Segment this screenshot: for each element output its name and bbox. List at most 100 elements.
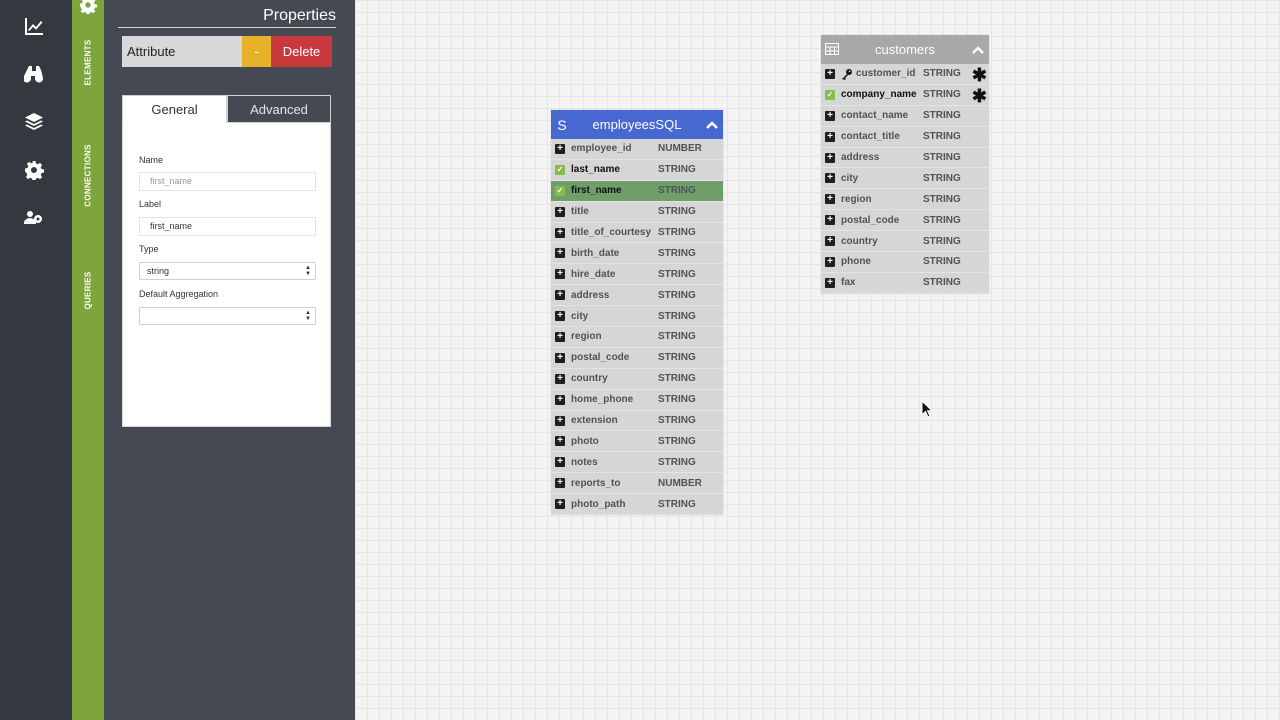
type-select[interactable]: string ▲ ▼ xyxy=(139,262,316,280)
plus-icon[interactable]: + xyxy=(825,256,835,267)
plus-icon[interactable]: + xyxy=(555,269,565,280)
column-row[interactable]: + address STRING xyxy=(551,285,723,307)
plus-icon[interactable]: + xyxy=(555,248,565,259)
chart-line-icon[interactable] xyxy=(22,14,46,38)
minus-button[interactable]: - xyxy=(242,36,271,67)
column-name: hire_date xyxy=(571,268,616,280)
required-asterisk-icon: ✱ xyxy=(971,65,987,85)
column-row[interactable]: + contact_title STRING xyxy=(821,127,989,148)
column-row[interactable]: + postal_code STRING xyxy=(821,210,989,232)
name-input[interactable]: first_name xyxy=(139,172,316,191)
employees-table[interactable]: S employeesSQL + employee_id NUMBER ✓ last_n… xyxy=(551,110,723,516)
plus-icon[interactable]: + xyxy=(825,194,835,205)
column-row[interactable]: + address STRING xyxy=(821,148,989,169)
column-row[interactable]: + customer_id STRING ✱ xyxy=(821,64,989,85)
tab-connections[interactable]: CONNECTIONS xyxy=(72,138,104,212)
plus-icon[interactable]: + xyxy=(825,152,835,163)
column-type: STRING xyxy=(658,164,696,176)
column-row[interactable]: + employee_id NUMBER xyxy=(551,139,723,160)
checked-icon[interactable]: ✓ xyxy=(555,185,565,196)
plus-icon[interactable]: + xyxy=(555,394,565,405)
column-name: country xyxy=(841,235,878,247)
column-row[interactable]: + region STRING xyxy=(821,189,989,211)
binoculars-icon[interactable] xyxy=(22,62,46,86)
column-name: contact_title xyxy=(841,131,900,143)
customers-table[interactable]: customers + customer_id STRING ✱ ✓ company_na… xyxy=(821,35,989,294)
plus-icon[interactable]: + xyxy=(555,436,565,447)
gear-icon[interactable] xyxy=(22,158,46,182)
plus-icon[interactable]: + xyxy=(555,311,565,322)
chevron-up-icon[interactable] xyxy=(701,117,723,132)
column-row[interactable]: + fax STRING xyxy=(821,273,989,294)
column-row[interactable]: + region STRING xyxy=(551,327,723,348)
checked-icon[interactable]: ✓ xyxy=(555,164,565,175)
column-row[interactable]: + extension STRING xyxy=(551,411,723,432)
column-row[interactable]: + phone STRING xyxy=(821,252,989,273)
plus-icon[interactable]: + xyxy=(555,352,565,363)
aggregation-select[interactable]: ▲ ▼ xyxy=(139,307,316,325)
column-type: STRING xyxy=(923,131,961,143)
properties-panel: Properties Attribute - Delete General Ad… xyxy=(104,0,355,720)
label-input[interactable]: first_name xyxy=(139,217,316,236)
plus-icon[interactable]: + xyxy=(555,415,565,426)
mouse-cursor-icon xyxy=(921,400,933,418)
column-row[interactable]: + home_phone STRING xyxy=(551,390,723,411)
plus-icon[interactable]: + xyxy=(555,478,565,489)
column-row[interactable]: ✓ last_name STRING xyxy=(551,160,723,181)
tab-advanced[interactable]: Advanced xyxy=(227,95,331,123)
employees-table-title: employeesSQL xyxy=(592,117,682,132)
plus-icon[interactable]: + xyxy=(555,331,565,342)
column-row[interactable]: + title STRING xyxy=(551,202,723,223)
chevron-up-icon[interactable] xyxy=(967,42,989,57)
column-row[interactable]: + reports_to NUMBER xyxy=(551,473,723,495)
plus-icon[interactable]: + xyxy=(825,110,835,121)
plus-icon[interactable]: + xyxy=(825,131,835,142)
column-row[interactable]: + country STRING xyxy=(821,231,989,253)
column-type: STRING xyxy=(923,172,961,184)
plus-icon[interactable]: + xyxy=(825,277,835,288)
column-row[interactable]: ✓ first_name STRING xyxy=(551,180,723,202)
diagram-canvas[interactable] xyxy=(355,0,1280,720)
column-type: NUMBER xyxy=(658,143,702,155)
plus-icon[interactable]: + xyxy=(555,206,565,217)
plus-icon[interactable]: + xyxy=(825,215,835,226)
column-type: STRING xyxy=(658,415,696,427)
column-row[interactable]: + country STRING xyxy=(551,369,723,390)
customers-table-header[interactable]: customers xyxy=(821,35,989,64)
tab-elements[interactable]: ELEMENTS xyxy=(72,30,104,94)
users-gear-icon[interactable] xyxy=(22,206,46,230)
plus-icon[interactable]: + xyxy=(825,236,835,247)
column-name: address xyxy=(571,289,610,301)
column-row[interactable]: + city STRING xyxy=(821,168,989,190)
column-row[interactable]: + title_of_courtesy STRING xyxy=(551,223,723,244)
plus-icon[interactable]: + xyxy=(825,68,835,79)
plus-icon[interactable]: + xyxy=(555,499,565,510)
plus-icon[interactable]: + xyxy=(825,173,835,184)
column-row[interactable]: + contact_name STRING xyxy=(821,106,989,127)
column-row[interactable]: + hire_date STRING xyxy=(551,264,723,286)
customers-column-list: + customer_id STRING ✱ ✓ company_name STRING ✱ +… xyxy=(821,64,989,294)
attribute-field[interactable]: Attribute xyxy=(122,36,242,67)
delete-button[interactable]: Delete xyxy=(271,36,332,67)
column-row[interactable]: + photo STRING xyxy=(551,431,723,453)
column-name: last_name xyxy=(571,164,620,176)
settings-gear-icon[interactable] xyxy=(79,0,97,15)
checked-icon[interactable]: ✓ xyxy=(825,89,835,100)
column-name: country xyxy=(571,373,608,385)
column-row[interactable]: + postal_code STRING xyxy=(551,348,723,369)
column-name: photo xyxy=(571,435,599,447)
column-row[interactable]: + city STRING xyxy=(551,306,723,328)
plus-icon[interactable]: + xyxy=(555,373,565,384)
plus-icon[interactable]: + xyxy=(555,143,565,154)
column-row[interactable]: + photo_path STRING xyxy=(551,494,723,516)
column-row[interactable]: + birth_date STRING xyxy=(551,243,723,265)
plus-icon[interactable]: + xyxy=(555,290,565,301)
column-row[interactable]: + notes STRING xyxy=(551,452,723,474)
employees-table-header[interactable]: S employeesSQL xyxy=(551,110,723,139)
column-row[interactable]: ✓ company_name STRING ✱ xyxy=(821,85,989,106)
layers-icon[interactable] xyxy=(22,110,46,134)
plus-icon[interactable]: + xyxy=(555,457,565,468)
tab-queries[interactable]: QUERIES xyxy=(72,262,104,318)
plus-icon[interactable]: + xyxy=(555,227,565,238)
tab-general[interactable]: General xyxy=(122,95,227,123)
